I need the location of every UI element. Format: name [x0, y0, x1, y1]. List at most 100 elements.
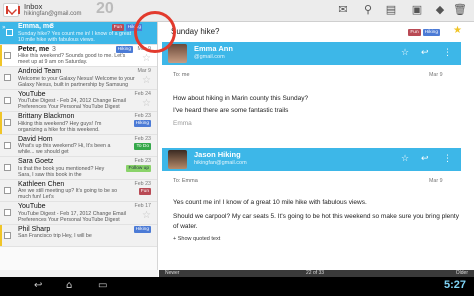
delete-icon[interactable]: 🗑: [453, 3, 467, 17]
list-item-date: Feb 23: [134, 135, 152, 142]
body-line: I've heard there are some fantastic trai…: [173, 107, 289, 114]
newer-button[interactable]: Newer: [165, 270, 179, 277]
star-icon[interactable]: ☆: [401, 154, 409, 164]
message-header[interactable]: Emma Ann @gmail.com ☆ ↩ ⋮: [162, 42, 461, 65]
list-item[interactable]: Android Team Mar 9 Welcome to your Galax…: [0, 67, 157, 90]
list-item-sender: Sara Goetz: [18, 158, 54, 165]
select-checkbox[interactable]: [6, 29, 13, 36]
list-item-snippet: Welcome to your Galaxy Nexus! Welcome to…: [18, 75, 135, 88]
list-item-snippet: Are we still meeting up? It's going to b…: [18, 188, 118, 200]
avatar: [168, 44, 187, 63]
star-icon[interactable]: ☆: [142, 53, 151, 64]
list-item-sender: David Hom: [18, 135, 53, 143]
list-item[interactable]: Brittany Blackmon Feb 23 Hiking Hiking t…: [0, 112, 157, 135]
label-fun[interactable]: Fun: [408, 29, 421, 36]
label-fun: Fun: [138, 187, 151, 195]
unread-count: 20: [96, 0, 114, 17]
list-item[interactable]: David Hom Feb 23 To Do What's up this we…: [0, 134, 157, 157]
list-item-date: Feb 17: [134, 203, 152, 209]
label-hiking: Hiking: [115, 46, 133, 53]
label-icon[interactable]: ◆: [433, 3, 447, 17]
subject-tags: Fun Hiking: [406, 28, 440, 36]
home-icon[interactable]: ⌂: [66, 280, 72, 291]
action-bar: Inbox hikingfan@gmail.com 20 ✉ ⚲ ▤ ▣ ◆ 🗑: [0, 0, 474, 22]
message-date: Mar 9: [429, 72, 443, 78]
list-item-date: Feb 24: [134, 90, 152, 97]
select-checkbox[interactable]: [4, 209, 11, 216]
list-item-sender: Peter, me: [18, 45, 50, 53]
conversation-pane: Sunday hike? Fun Hiking ★ Emma Ann @gmail…: [159, 22, 474, 270]
list-item-sender: YouTube: [18, 203, 46, 210]
list-item-snippet: YouTube Digest - Feb 24, 2012 Change Ema…: [18, 98, 126, 110]
select-checkbox[interactable]: [4, 231, 11, 239]
older-button[interactable]: Older: [456, 270, 468, 277]
gmail-logo-icon[interactable]: [3, 3, 20, 17]
list-item-sender: YouTube: [18, 90, 46, 98]
important-marker: [0, 224, 2, 246]
body-line: Should we carpool? My car seats 5. It's …: [173, 213, 459, 220]
list-item[interactable]: YouTube Feb 17 YouTube Digest - Feb 17, …: [0, 202, 157, 225]
select-checkbox[interactable]: [4, 74, 11, 81]
list-item-snippet: Hike this weekend? Sounds good to me. Le…: [18, 53, 126, 65]
select-checkbox[interactable]: [4, 141, 11, 149]
signature: Emma: [173, 120, 192, 127]
list-item[interactable]: YouTube Feb 24 YouTube Digest - Feb 24, …: [0, 89, 157, 112]
sender-name: Jason Hiking: [194, 150, 241, 159]
list-item-sender: Phil Sharp: [18, 225, 51, 233]
message-body: Yes count me in! I know of a great 10 mi…: [173, 198, 459, 232]
star-icon[interactable]: ☆: [142, 75, 151, 86]
recipient-line[interactable]: To: Emma: [173, 178, 198, 184]
show-quoted-text-link[interactable]: + Show quoted text: [173, 236, 220, 242]
body-line: How about hiking in Marin county this Su…: [173, 95, 309, 102]
compose-icon[interactable]: ✉: [336, 3, 350, 17]
label-follow-up: Follow up: [126, 165, 151, 172]
select-checkbox[interactable]: [4, 119, 11, 126]
account-email[interactable]: hikingfan@gmail.com: [24, 11, 81, 17]
list-item[interactable]: Sara Goetz Feb 23 Follow up Is that the …: [0, 157, 157, 180]
important-marker: [0, 44, 2, 66]
list-item-snippet: What's up this weekend? Hi, It's been a …: [18, 143, 111, 155]
list-item-date: Feb 23: [134, 180, 152, 187]
pager-position: 22 of 33: [306, 270, 325, 276]
star-icon[interactable]: ☆: [142, 210, 151, 221]
reply-icon[interactable]: ↩: [421, 48, 429, 58]
message-header[interactable]: Jason Hiking hikingfan@gmail.com ☆ ↩ ⋮: [162, 148, 461, 171]
inbox-title[interactable]: Inbox: [24, 2, 42, 11]
body-line: of water.: [173, 223, 198, 230]
select-checkbox[interactable]: [4, 96, 11, 104]
clock: 5:27: [443, 279, 466, 291]
star-icon[interactable]: ☆: [142, 98, 151, 109]
select-checkbox[interactable]: [4, 186, 11, 194]
reply-icon[interactable]: ↩: [421, 154, 429, 164]
select-checkbox[interactable]: [4, 164, 11, 171]
list-item-date: Feb 23: [134, 158, 152, 164]
list-item-sender: Emma, me: [18, 23, 54, 30]
star-icon[interactable]: ★: [453, 25, 462, 36]
labels-icon[interactable]: ▤: [384, 3, 398, 17]
list-item-snippet: YouTube Digest - Feb 17, 2012 Change Ema…: [18, 210, 126, 223]
back-icon[interactable]: ↩: [34, 280, 42, 291]
list-item-count: 3: [52, 45, 56, 53]
label-fun: Fun: [111, 23, 124, 31]
list-item[interactable]: Peter, me 3 Hiking Mar 9 Hike this weeke…: [0, 44, 157, 67]
archive-icon[interactable]: ▣: [410, 3, 424, 17]
recent-apps-icon[interactable]: ▭: [98, 280, 107, 291]
label-hiking: Hiking: [133, 120, 151, 127]
label-hiking[interactable]: Hiking: [422, 29, 440, 36]
overflow-icon[interactable]: ⋮: [443, 154, 452, 164]
select-checkbox[interactable]: [4, 51, 11, 59]
sender-email: @gmail.com: [194, 54, 225, 60]
list-item[interactable]: Phil Sharp Hiking San Francisco trip Hey…: [0, 224, 157, 247]
highlight-circle: [134, 11, 176, 53]
star-icon[interactable]: ☆: [401, 48, 409, 58]
recipient-line[interactable]: To: me: [173, 72, 190, 78]
list-item-snippet: Hiking this weekend? Hey guys! I'm organ…: [18, 120, 102, 133]
important-marker: [0, 112, 2, 134]
list-footer: [0, 270, 158, 277]
overflow-icon[interactable]: ⋮: [443, 48, 452, 58]
list-item[interactable]: Kathleen Chen Feb 23 Fun Are we still me…: [0, 179, 157, 202]
conversation-pager: Newer 22 of 33 Older: [159, 270, 474, 277]
search-icon[interactable]: ⚲: [361, 3, 375, 17]
label-hiking: Hiking: [133, 226, 151, 233]
list-item-date: Feb 23: [134, 113, 152, 119]
